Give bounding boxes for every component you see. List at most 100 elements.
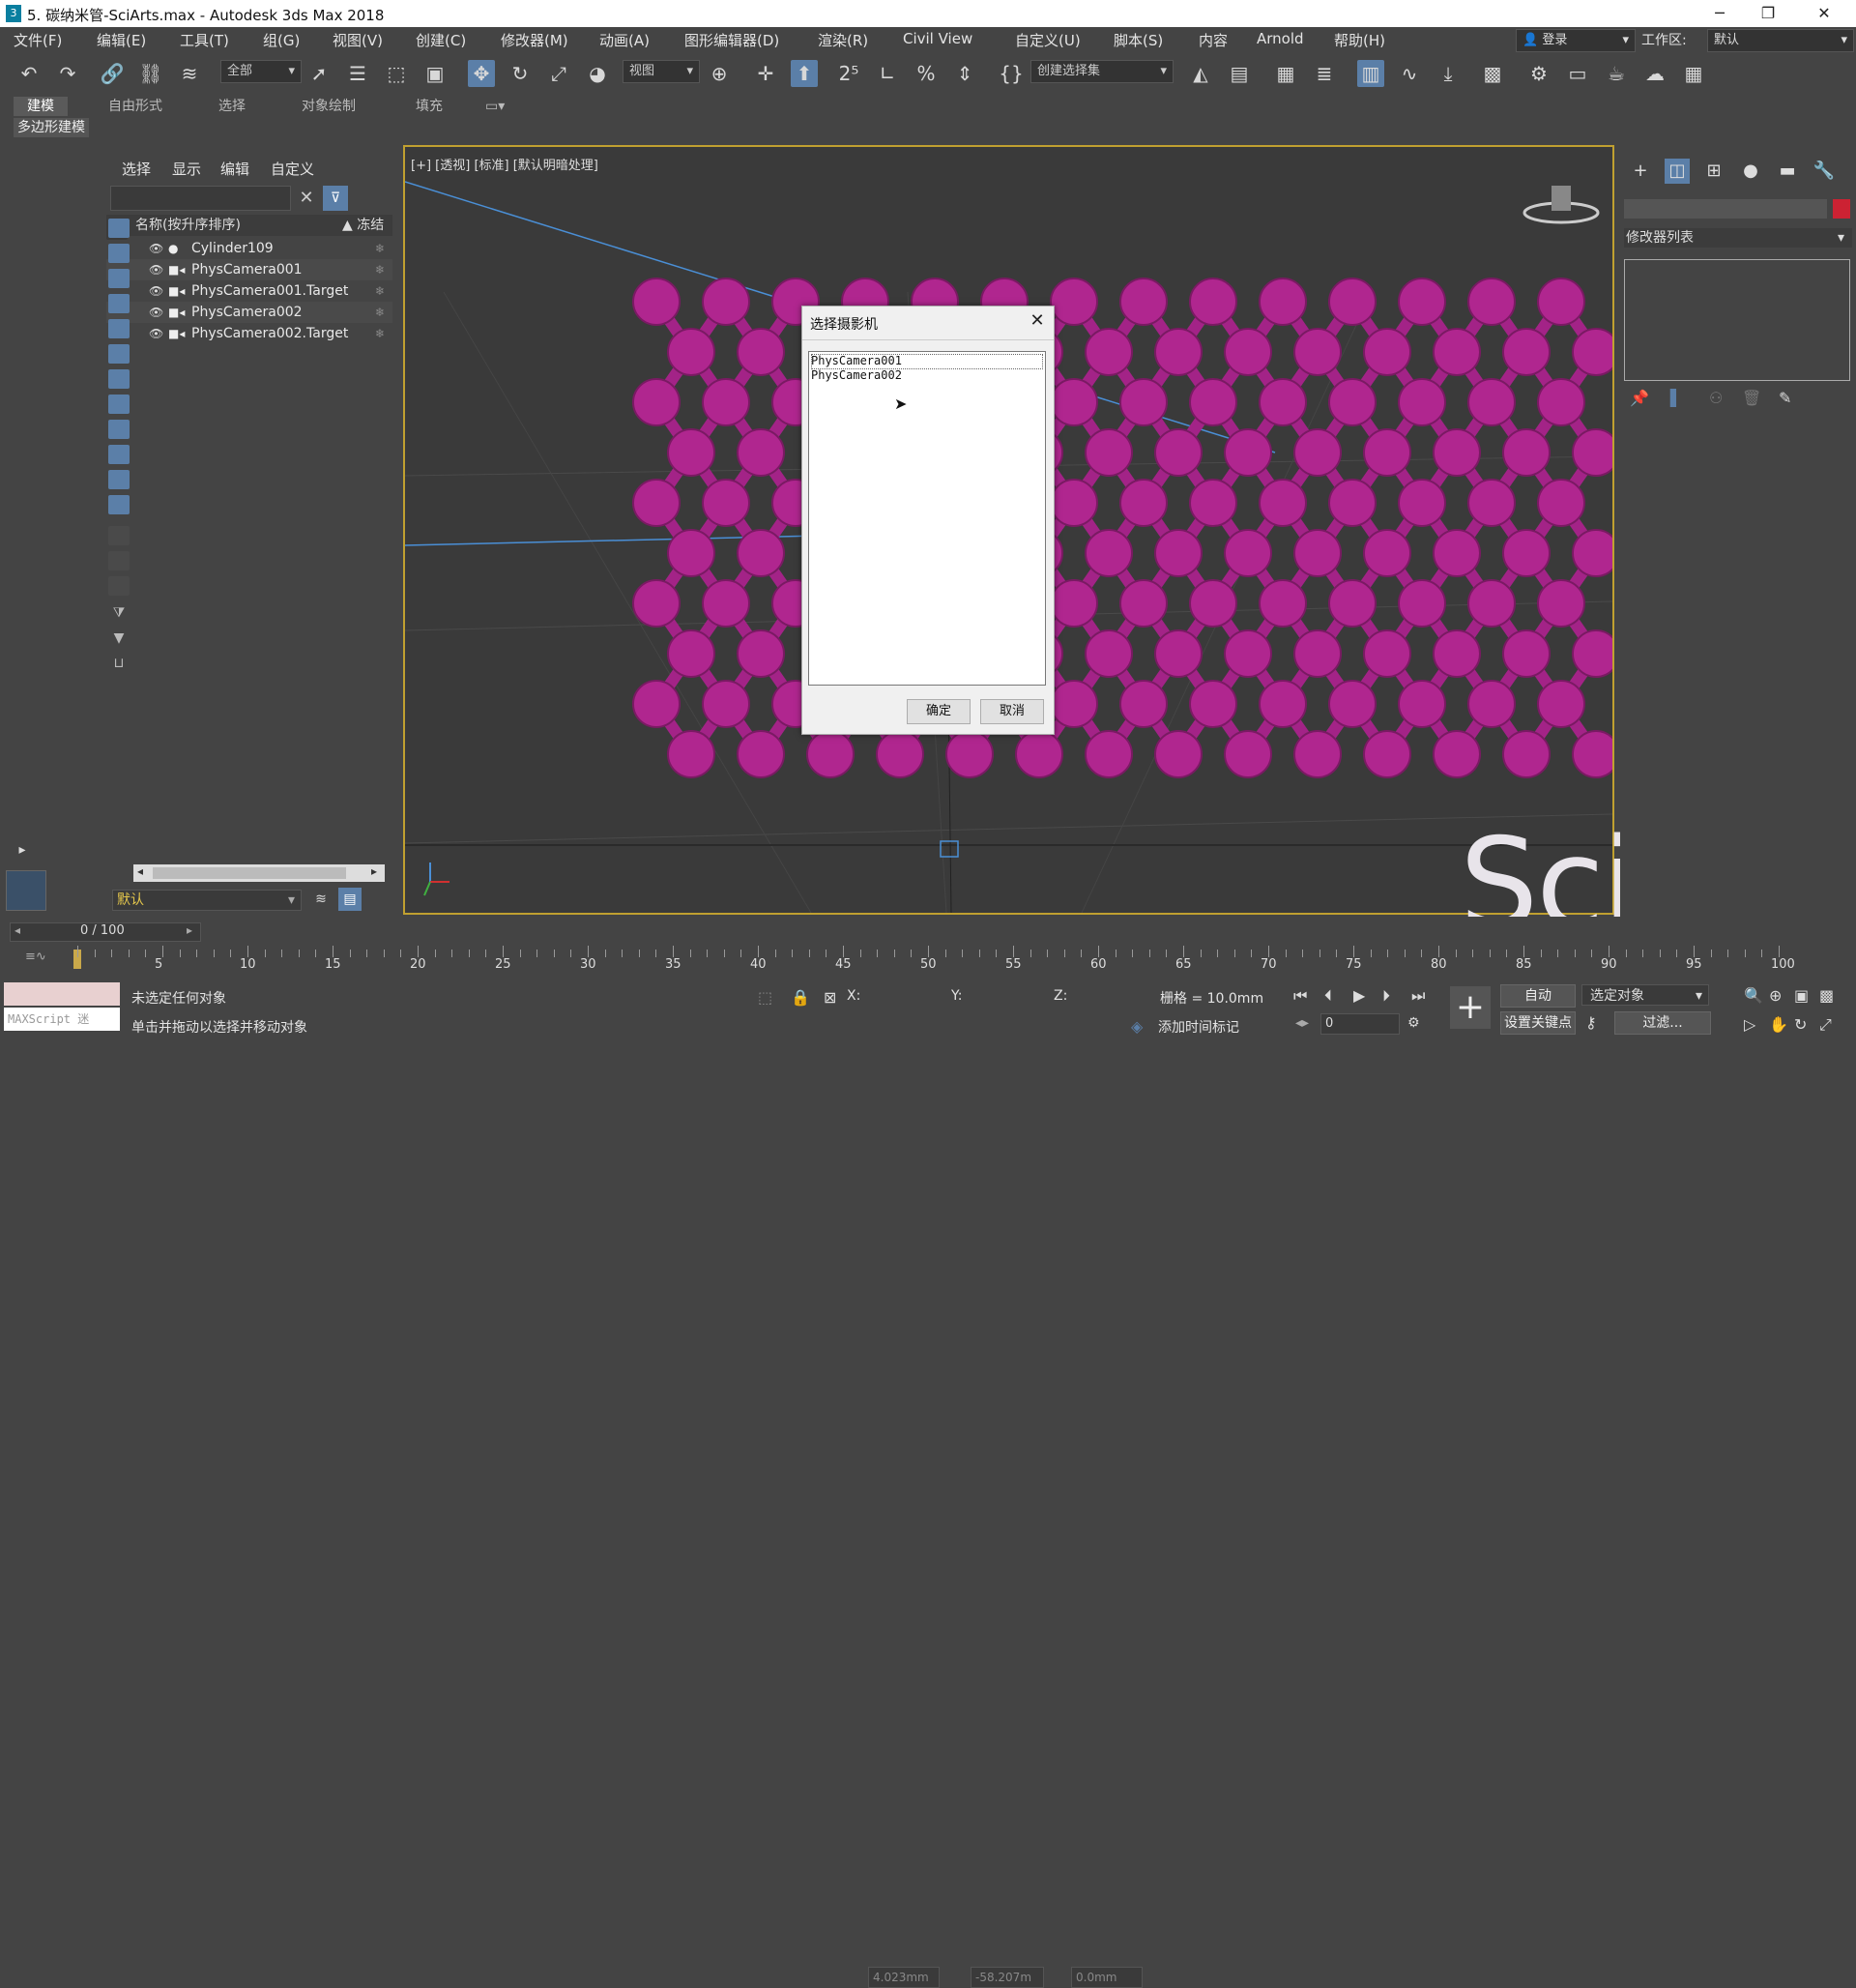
maximize-viewport-icon[interactable]: ⤢ xyxy=(1819,1015,1832,1035)
freeze-icon[interactable]: ❄ xyxy=(375,302,385,323)
camera-listbox[interactable]: PhysCamera001 PhysCamera002 ➤ xyxy=(808,351,1046,686)
menu-group[interactable]: 组(G) xyxy=(263,30,300,50)
go-to-start-icon[interactable]: ⏮ xyxy=(1293,986,1307,1006)
select-and-rotate-icon[interactable]: ↻ xyxy=(507,60,534,87)
object-name-input[interactable] xyxy=(1624,199,1827,219)
auto-key-button[interactable]: 自动 xyxy=(1500,984,1576,1008)
modifier-stack[interactable] xyxy=(1624,259,1850,381)
timeline-ticks[interactable]: 5 10 15 20 25 30 35 40 45 50 55 60 65 70 75 80 85 90 95 100 xyxy=(77,944,1798,975)
pivot-center-icon[interactable]: ⊕ xyxy=(706,60,733,87)
explorer-menu-select[interactable]: 选择 xyxy=(122,159,151,179)
explorer-row[interactable]: 👁 ■◂ PhysCamera002.Target ❄ xyxy=(106,323,392,344)
ribbon-tab-selection[interactable]: 选择 xyxy=(218,97,246,116)
zoom-extents-all-icon[interactable]: ▩ xyxy=(1819,986,1834,1005)
filter-groups-icon[interactable] xyxy=(108,369,130,389)
workspace-dropdown[interactable]: 默认 ▾ xyxy=(1707,29,1854,52)
align-icon[interactable]: ▤ xyxy=(1226,60,1253,87)
filter-box-icon[interactable]: ⊔ xyxy=(108,656,130,675)
ribbon-polygon-modeling[interactable]: 多边形建模 xyxy=(14,118,89,137)
percent-snap-icon[interactable]: % xyxy=(913,60,940,87)
keyboard-shortcut-override-icon[interactable]: ⬆ xyxy=(791,60,818,87)
layers-icon[interactable]: ≋ xyxy=(309,888,333,911)
selection-filter-dropdown[interactable]: 全部 ▾ xyxy=(220,60,302,83)
time-slider[interactable]: ◂ 0 / 100 ▸ xyxy=(10,922,201,942)
filter-invert-icon[interactable] xyxy=(108,576,130,596)
render-cloud-icon[interactable]: ☁ xyxy=(1641,60,1668,87)
y-coordinate-field[interactable]: -58.207m xyxy=(971,1967,1044,1988)
add-time-tag[interactable]: 添加时间标记 xyxy=(1158,1017,1239,1037)
explorer-row[interactable]: 👁 ● Cylinder109 ❄ xyxy=(106,238,392,259)
filter-lights-icon[interactable] xyxy=(108,269,130,288)
filter-containers-icon[interactable] xyxy=(108,445,130,464)
next-frame-icon[interactable]: ⏵ xyxy=(1382,986,1390,1006)
freeze-icon[interactable]: ❄ xyxy=(375,259,385,280)
clear-search-icon[interactable]: ✕ xyxy=(296,188,317,209)
time-tag-icon[interactable]: ◈ xyxy=(1131,1017,1143,1036)
modify-panel-icon[interactable]: ◫ xyxy=(1665,159,1690,184)
visibility-eye-icon[interactable]: 👁 xyxy=(149,306,164,319)
isolate-selection-icon[interactable]: ⬚ xyxy=(758,988,772,1007)
prev-frame-icon[interactable]: ◂ xyxy=(14,923,20,937)
explorer-row[interactable]: 👁 ■◂ PhysCamera001 ❄ xyxy=(106,259,392,280)
x-coordinate-field[interactable]: 4.023mm xyxy=(868,1967,940,1988)
filter-xrefs-icon[interactable] xyxy=(108,395,130,414)
close-icon[interactable]: ✕ xyxy=(1027,310,1048,332)
select-manipulate-icon[interactable]: ✛ xyxy=(752,60,779,87)
ribbon-tab-modeling[interactable]: 建模 xyxy=(14,97,68,116)
link-icon[interactable]: 🔗 xyxy=(99,60,126,87)
select-by-name-icon[interactable]: ☰ xyxy=(344,60,371,87)
camera-list-item[interactable]: PhysCamera002 xyxy=(811,368,902,382)
minimize-icon[interactable]: ─ xyxy=(1697,2,1742,25)
key-filters-button[interactable]: 过滤... xyxy=(1614,1011,1711,1035)
pan-icon[interactable]: ✋ xyxy=(1769,1015,1788,1034)
display-panel-icon[interactable]: ▬ xyxy=(1775,159,1800,184)
selection-lock-icon[interactable]: 🔒 xyxy=(791,988,810,1007)
ribbon-options-icon[interactable]: ▭▾ xyxy=(485,97,505,116)
scroll-left-icon[interactable]: ◂ xyxy=(137,864,143,878)
zoom-extents-icon[interactable]: ▣ xyxy=(1794,986,1809,1005)
ribbon-tab-populate[interactable]: 填充 xyxy=(416,97,443,116)
remove-modifier-icon[interactable]: 🗑 xyxy=(1742,389,1761,407)
filter-cameras-icon[interactable] xyxy=(108,294,130,313)
current-frame-spinner[interactable]: 0 xyxy=(1320,1013,1400,1035)
object-color-swatch[interactable] xyxy=(1833,199,1850,219)
layer-dropdown[interactable]: 默认 ▾ xyxy=(112,890,302,911)
create-panel-icon[interactable]: + xyxy=(1628,159,1653,184)
sort-icon[interactable]: ▤ xyxy=(338,888,362,911)
go-to-end-icon[interactable]: ⏭ xyxy=(1411,986,1425,1006)
material-editor-icon[interactable]: ▩ xyxy=(1479,60,1506,87)
explorer-row[interactable]: 👁 ■◂ PhysCamera001.Target ❄ xyxy=(106,280,392,302)
menu-tools[interactable]: 工具(T) xyxy=(180,30,229,50)
visibility-eye-icon[interactable]: 👁 xyxy=(149,284,164,298)
freeze-icon[interactable]: ❄ xyxy=(375,280,385,302)
configure-sets-icon[interactable]: ✎ xyxy=(1779,389,1791,407)
filter-hidden-icon[interactable] xyxy=(108,495,130,514)
curve-editor-icon[interactable]: ∿ xyxy=(1396,60,1423,87)
toggle-layer-explorer-icon[interactable]: ≣ xyxy=(1311,60,1338,87)
menu-file[interactable]: 文件(F) xyxy=(14,30,62,50)
reference-coord-dropdown[interactable]: 视图 ▾ xyxy=(623,60,700,83)
unlink-icon[interactable]: ⛓ xyxy=(137,60,164,87)
key-mode-icon[interactable]: ◂▸ xyxy=(1295,1015,1309,1031)
login-dropdown[interactable]: 👤 登录 ▾ xyxy=(1516,29,1636,52)
named-selection-dropdown[interactable]: 创建选择集 ▾ xyxy=(1030,60,1174,83)
filter-geometry-icon[interactable] xyxy=(108,219,130,238)
menu-graph-editors[interactable]: 图形编辑器(D) xyxy=(684,30,779,50)
schematic-view-icon[interactable]: ⤓ xyxy=(1435,60,1462,87)
menu-view[interactable]: 视图(V) xyxy=(333,30,383,50)
set-key-button[interactable]: 设置关键点 xyxy=(1500,1011,1576,1035)
close-icon[interactable]: ✕ xyxy=(1802,2,1846,25)
camera-list-item[interactable]: PhysCamera001 xyxy=(811,354,902,367)
restore-icon[interactable]: ❐ xyxy=(1746,2,1790,25)
menu-animation[interactable]: 动画(A) xyxy=(599,30,650,50)
place-icon[interactable]: ◕ xyxy=(584,60,611,87)
select-and-scale-icon[interactable]: ⤢ xyxy=(545,60,572,87)
z-coordinate-field[interactable]: 0.0mm xyxy=(1071,1967,1143,1988)
snaps-toggle-icon[interactable]: 2⁵ xyxy=(835,60,862,87)
ribbon-tab-freeform[interactable]: 自由形式 xyxy=(108,97,162,116)
menu-customize[interactable]: 自定义(U) xyxy=(1015,30,1081,50)
visibility-eye-icon[interactable]: 👁 xyxy=(149,242,164,255)
select-object-icon[interactable]: ➚ xyxy=(305,60,333,87)
toggle-scene-explorer-icon[interactable]: ▦ xyxy=(1272,60,1299,87)
menu-rendering[interactable]: 渲染(R) xyxy=(818,30,868,50)
